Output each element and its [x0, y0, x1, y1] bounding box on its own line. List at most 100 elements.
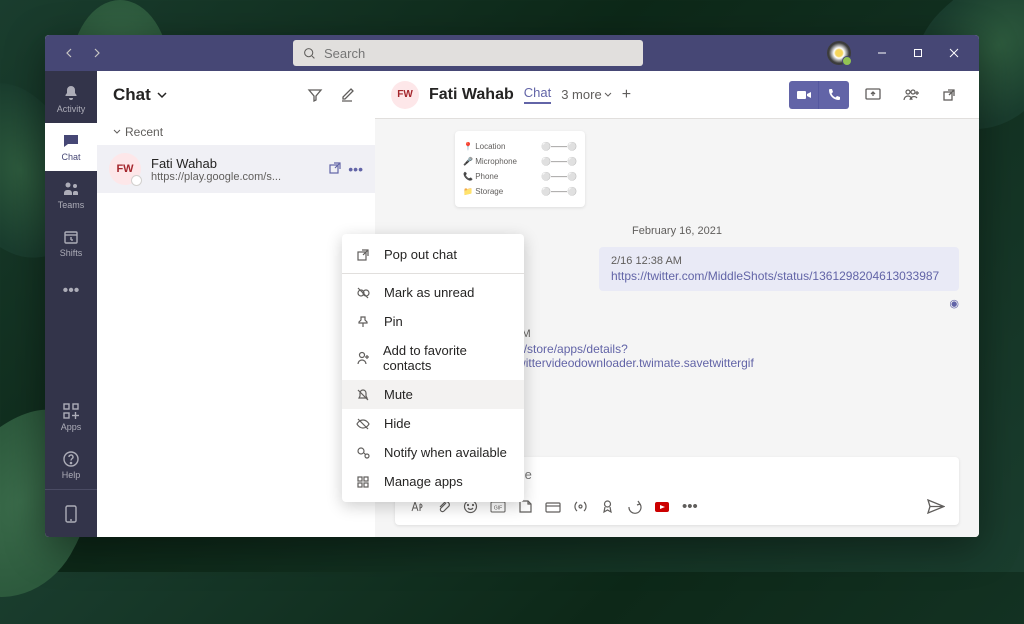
menu-pin[interactable]: Pin	[342, 307, 524, 336]
mobile-icon	[64, 505, 78, 523]
chat-header: FW Fati Wahab Chat 3 more +	[375, 71, 979, 119]
sidebar-title[interactable]: Chat	[113, 85, 303, 105]
search-input[interactable]	[324, 46, 633, 61]
apps-icon	[62, 402, 80, 420]
popout-icon[interactable]	[328, 161, 342, 177]
menu-manage-apps[interactable]: Manage apps	[342, 467, 524, 496]
nav-back-button[interactable]	[57, 41, 81, 65]
menu-hide[interactable]: Hide	[342, 409, 524, 438]
menu-label: Mark as unread	[384, 285, 474, 300]
chevron-down-icon	[604, 91, 612, 99]
add-tab-button[interactable]: +	[622, 86, 631, 104]
rail-shifts[interactable]: Shifts	[45, 219, 97, 267]
hide-icon	[356, 417, 372, 431]
search-icon	[303, 47, 316, 60]
sidebar-title-text: Chat	[113, 85, 151, 105]
meet-icon[interactable]	[545, 501, 561, 513]
menu-favorite[interactable]: Add to favorite contacts	[342, 336, 524, 380]
audio-call-button[interactable]	[819, 81, 849, 109]
message-time: 6 12:51 AM	[475, 328, 947, 340]
more-icon[interactable]: •••	[682, 498, 698, 515]
menu-label: Pop out chat	[384, 247, 457, 262]
close-button[interactable]	[937, 39, 971, 67]
message-sent[interactable]: 2/16 12:38 AM https://twitter.com/Middle…	[599, 247, 959, 291]
screenshare-button[interactable]	[859, 81, 887, 109]
menu-label: Mute	[384, 387, 413, 402]
menu-label: Manage apps	[384, 474, 463, 489]
add-people-button[interactable]	[897, 81, 925, 109]
message-link[interactable]: ogle.com/store/apps/details? osaver.twit…	[475, 342, 947, 370]
message-time: 2/16 12:38 AM	[611, 255, 947, 267]
chat-item-name: Fati Wahab	[151, 156, 318, 171]
link-preview-card: 📍 Location⚪——⚪ 🎤 Microphone⚪——⚪ 📞 Phone⚪…	[455, 131, 585, 207]
rail-teams[interactable]: Teams	[45, 171, 97, 219]
section-label-text: Recent	[125, 125, 163, 139]
notify-icon	[356, 446, 372, 460]
apps-icon	[356, 475, 372, 489]
new-chat-button[interactable]	[335, 83, 359, 107]
rail-activity[interactable]: Activity	[45, 75, 97, 123]
filter-button[interactable]	[303, 83, 327, 107]
menu-mute[interactable]: Mute	[342, 380, 524, 409]
rail-apps[interactable]: Apps	[45, 393, 97, 441]
praise-icon[interactable]	[600, 499, 615, 514]
approvals-icon[interactable]	[627, 499, 642, 514]
rail-chat[interactable]: Chat	[45, 123, 97, 171]
section-recent[interactable]: Recent	[97, 119, 375, 145]
tabs-more[interactable]: 3 more	[561, 87, 611, 102]
video-clip-icon[interactable]	[654, 501, 670, 513]
video-call-button[interactable]	[789, 81, 819, 109]
menu-label: Add to favorite contacts	[383, 343, 510, 373]
minimize-button[interactable]	[865, 39, 899, 67]
send-button[interactable]	[927, 499, 945, 514]
rail-label: Help	[62, 470, 81, 480]
rail-label: Apps	[61, 422, 82, 432]
chat-more-button[interactable]: •••	[348, 161, 363, 177]
teams-window: Activity Chat Teams Shifts ••• App	[45, 35, 979, 537]
rail-label: Chat	[61, 152, 80, 162]
message-link[interactable]: https://twitter.com/MiddleShots/status/1…	[611, 269, 947, 283]
caret-icon	[113, 128, 121, 136]
menu-popout[interactable]: Pop out chat	[342, 240, 524, 269]
svg-text:GIF: GIF	[494, 505, 502, 511]
header-name: Fati Wahab	[429, 86, 514, 104]
rail-label: Teams	[58, 200, 85, 210]
teams-icon	[62, 180, 80, 198]
shifts-icon	[62, 228, 80, 246]
chat-context-menu: Pop out chat Mark as unread Pin Add to f…	[342, 234, 524, 502]
menu-unread[interactable]: Mark as unread	[342, 278, 524, 307]
tabs-more-label: 3 more	[561, 87, 601, 102]
rail-mobile[interactable]	[45, 489, 97, 537]
chat-sidebar: Chat Recent FW Fati Wahab https://play.g…	[97, 71, 375, 537]
tab-chat[interactable]: Chat	[524, 85, 551, 104]
popout-button[interactable]	[935, 81, 963, 109]
stream-icon[interactable]	[573, 499, 588, 514]
rail-more[interactable]: •••	[45, 267, 97, 315]
menu-label: Notify when available	[384, 445, 507, 460]
pin-icon	[356, 315, 372, 329]
chat-item-preview: https://play.google.com/s...	[151, 171, 318, 183]
menu-label: Hide	[384, 416, 411, 431]
gif-icon[interactable]: GIF	[490, 501, 506, 513]
nav-forward-button[interactable]	[85, 41, 109, 65]
search-box[interactable]	[293, 40, 643, 66]
header-avatar: FW	[391, 81, 419, 109]
rail-label: Activity	[57, 104, 86, 114]
mute-icon	[356, 388, 372, 402]
rail-help[interactable]: Help	[45, 441, 97, 489]
menu-notify[interactable]: Notify when available	[342, 438, 524, 467]
titlebar	[45, 35, 979, 71]
menu-label: Pin	[384, 314, 403, 329]
chat-list-item[interactable]: FW Fati Wahab https://play.google.com/s.…	[97, 145, 375, 193]
chat-icon	[62, 132, 80, 150]
user-avatar[interactable]	[827, 41, 851, 65]
app-rail: Activity Chat Teams Shifts ••• App	[45, 71, 97, 537]
chat-avatar: FW	[109, 153, 141, 185]
ellipsis-icon: •••	[63, 282, 80, 300]
popout-icon	[356, 248, 372, 262]
help-icon	[62, 450, 80, 468]
person-add-icon	[356, 351, 371, 365]
rail-label: Shifts	[60, 248, 83, 258]
unread-icon	[356, 286, 372, 300]
maximize-button[interactable]	[901, 39, 935, 67]
